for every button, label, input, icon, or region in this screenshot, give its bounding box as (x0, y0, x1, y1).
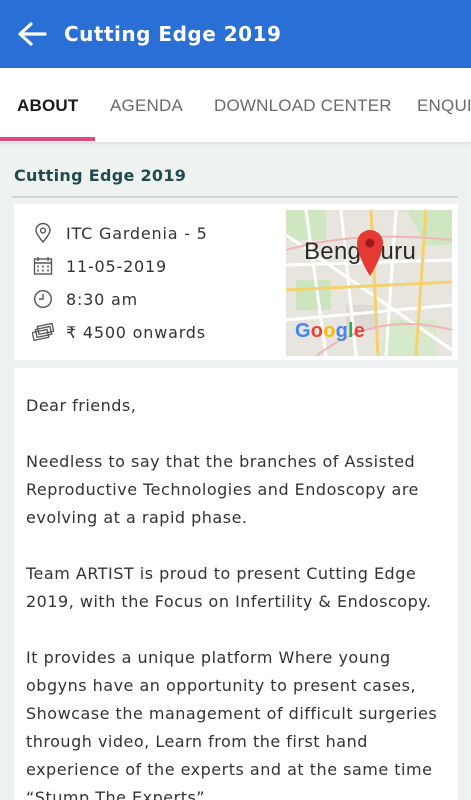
active-tab-indicator (0, 137, 95, 141)
greeting-text: Dear friends, (26, 396, 137, 415)
event-info-card: ITC Gardenia - 5 11-05-2019 8:30 am ₹ 45… (14, 204, 458, 360)
back-button[interactable] (0, 0, 64, 68)
money-icon (32, 321, 54, 343)
venue-text: ITC Gardenia - 5 (66, 223, 208, 243)
tab-bar: ABOUT AGENDA DOWNLOAD CENTER ENQUI (0, 68, 471, 142)
time-text: 8:30 am (66, 289, 139, 309)
clock-icon (32, 288, 54, 310)
paragraph-3: It provides a unique platform Where youn… (26, 648, 438, 800)
venue-row: ITC Gardenia - 5 (32, 221, 208, 245)
date-row: 11-05-2019 (32, 254, 167, 278)
tab-enquiry[interactable]: ENQUI (417, 68, 471, 142)
section-title: Cutting Edge 2019 (14, 166, 187, 185)
description-card: Dear friends, Needless to say that the b… (14, 368, 458, 800)
tab-download-center[interactable]: DOWNLOAD CENTER (214, 68, 392, 142)
date-text: 11-05-2019 (66, 256, 167, 276)
paragraph-1: Needless to say that the branches of Ass… (26, 452, 419, 527)
tab-about[interactable]: ABOUT (17, 68, 78, 142)
location-map[interactable]: Bengaluru Google (286, 210, 452, 356)
map-pin-icon (357, 230, 383, 276)
price-row: ₹ 4500 onwards (32, 320, 206, 344)
price-text: ₹ 4500 onwards (66, 322, 206, 342)
app-bar: Cutting Edge 2019 (0, 0, 471, 68)
location-pin-icon (32, 222, 54, 244)
paragraph-2: Team ARTIST is proud to present Cutting … (26, 564, 432, 611)
section-divider (12, 196, 458, 198)
calendar-icon (32, 255, 54, 277)
google-logo: Google (295, 320, 366, 342)
page-title: Cutting Edge 2019 (64, 22, 282, 46)
tab-agenda[interactable]: AGENDA (110, 68, 183, 142)
arrow-left-icon (18, 22, 47, 46)
time-row: 8:30 am (32, 287, 138, 311)
